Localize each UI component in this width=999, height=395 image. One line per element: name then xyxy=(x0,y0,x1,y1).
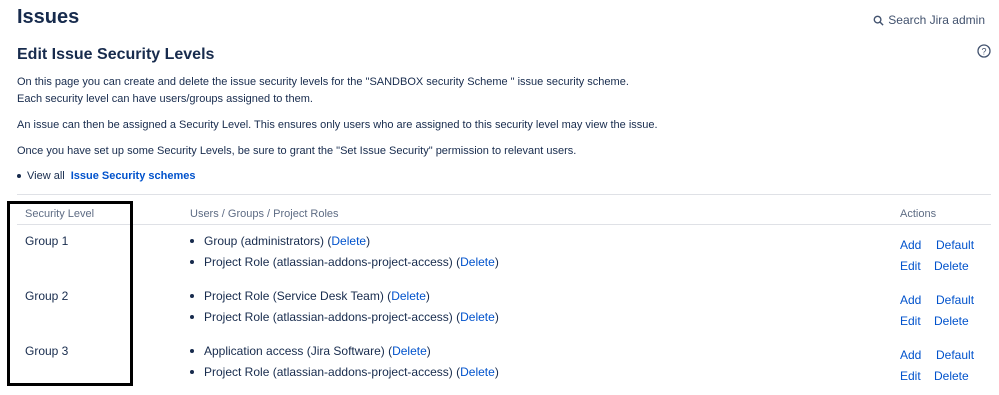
member-item: Project Role (atlassian-addons-project-a… xyxy=(190,310,499,324)
member-item: Application access (Jira Software) (Dele… xyxy=(190,344,431,358)
default-link[interactable]: Default xyxy=(936,238,974,252)
intro-line-2: Each security level can have users/group… xyxy=(17,93,313,105)
search-icon xyxy=(873,15,884,26)
member-text: Project Role (atlassian-addons-project-a… xyxy=(204,310,453,324)
delete-member-link[interactable]: Delete xyxy=(460,365,495,379)
delete-level-link[interactable]: Delete xyxy=(934,369,969,383)
add-link[interactable]: Add xyxy=(900,238,921,252)
view-all-item: View all Issue Security schemes xyxy=(17,170,195,182)
section-title: Edit Issue Security Levels xyxy=(17,46,215,63)
search-label: Search Jira admin xyxy=(888,13,985,27)
header-users-groups: Users / Groups / Project Roles xyxy=(190,208,339,220)
member-item: Project Role (Service Desk Team) (Delete… xyxy=(190,289,430,303)
intro-line-1: On this page you can create and delete t… xyxy=(17,76,629,88)
member-text: Group (administrators) xyxy=(204,234,325,248)
member-item: Group (administrators) (Delete) xyxy=(190,234,370,248)
page-title: Issues xyxy=(17,6,80,28)
svg-text:?: ? xyxy=(981,47,986,57)
member-item: Project Role (atlassian-addons-project-a… xyxy=(190,255,499,269)
edit-link[interactable]: Edit xyxy=(900,259,921,273)
issue-security-schemes-link[interactable]: Issue Security schemes xyxy=(71,170,196,182)
intro-line-3: An issue can then be assigned a Security… xyxy=(17,119,658,131)
member-text: Project Role (Service Desk Team) xyxy=(204,289,384,303)
default-link[interactable]: Default xyxy=(936,348,974,362)
bullet-dot xyxy=(190,315,194,319)
bullet-dot xyxy=(190,349,194,353)
header-actions: Actions xyxy=(900,208,937,220)
edit-link[interactable]: Edit xyxy=(900,314,921,328)
delete-level-link[interactable]: Delete xyxy=(934,314,969,328)
view-all-prefix: View all xyxy=(27,170,65,182)
delete-member-link[interactable]: Delete xyxy=(460,255,495,269)
delete-member-link[interactable]: Delete xyxy=(391,289,426,303)
header-divider xyxy=(17,224,991,225)
search-admin-link[interactable]: Search Jira admin xyxy=(873,13,985,27)
bullet-dot xyxy=(190,260,194,264)
help-icon[interactable]: ? xyxy=(977,44,991,58)
delete-member-link[interactable]: Delete xyxy=(460,310,495,324)
bullet-dot xyxy=(190,294,194,298)
intro-line-4: Once you have set up some Security Level… xyxy=(17,145,577,157)
delete-level-link[interactable]: Delete xyxy=(934,259,969,273)
bullet-dot xyxy=(17,174,21,178)
member-text: Application access (Jira Software) xyxy=(204,344,385,358)
edit-link[interactable]: Edit xyxy=(900,369,921,383)
bullet-dot xyxy=(190,239,194,243)
add-link[interactable]: Add xyxy=(900,348,921,362)
divider xyxy=(17,194,991,195)
default-link[interactable]: Default xyxy=(936,293,974,307)
member-text: Project Role (atlassian-addons-project-a… xyxy=(204,365,453,379)
delete-member-link[interactable]: Delete xyxy=(392,344,427,358)
delete-member-link[interactable]: Delete xyxy=(331,234,366,248)
highlight-box xyxy=(7,201,133,386)
member-item: Project Role (atlassian-addons-project-a… xyxy=(190,365,499,379)
bullet-dot xyxy=(190,370,194,374)
member-text: Project Role (atlassian-addons-project-a… xyxy=(204,255,453,269)
add-link[interactable]: Add xyxy=(900,293,921,307)
